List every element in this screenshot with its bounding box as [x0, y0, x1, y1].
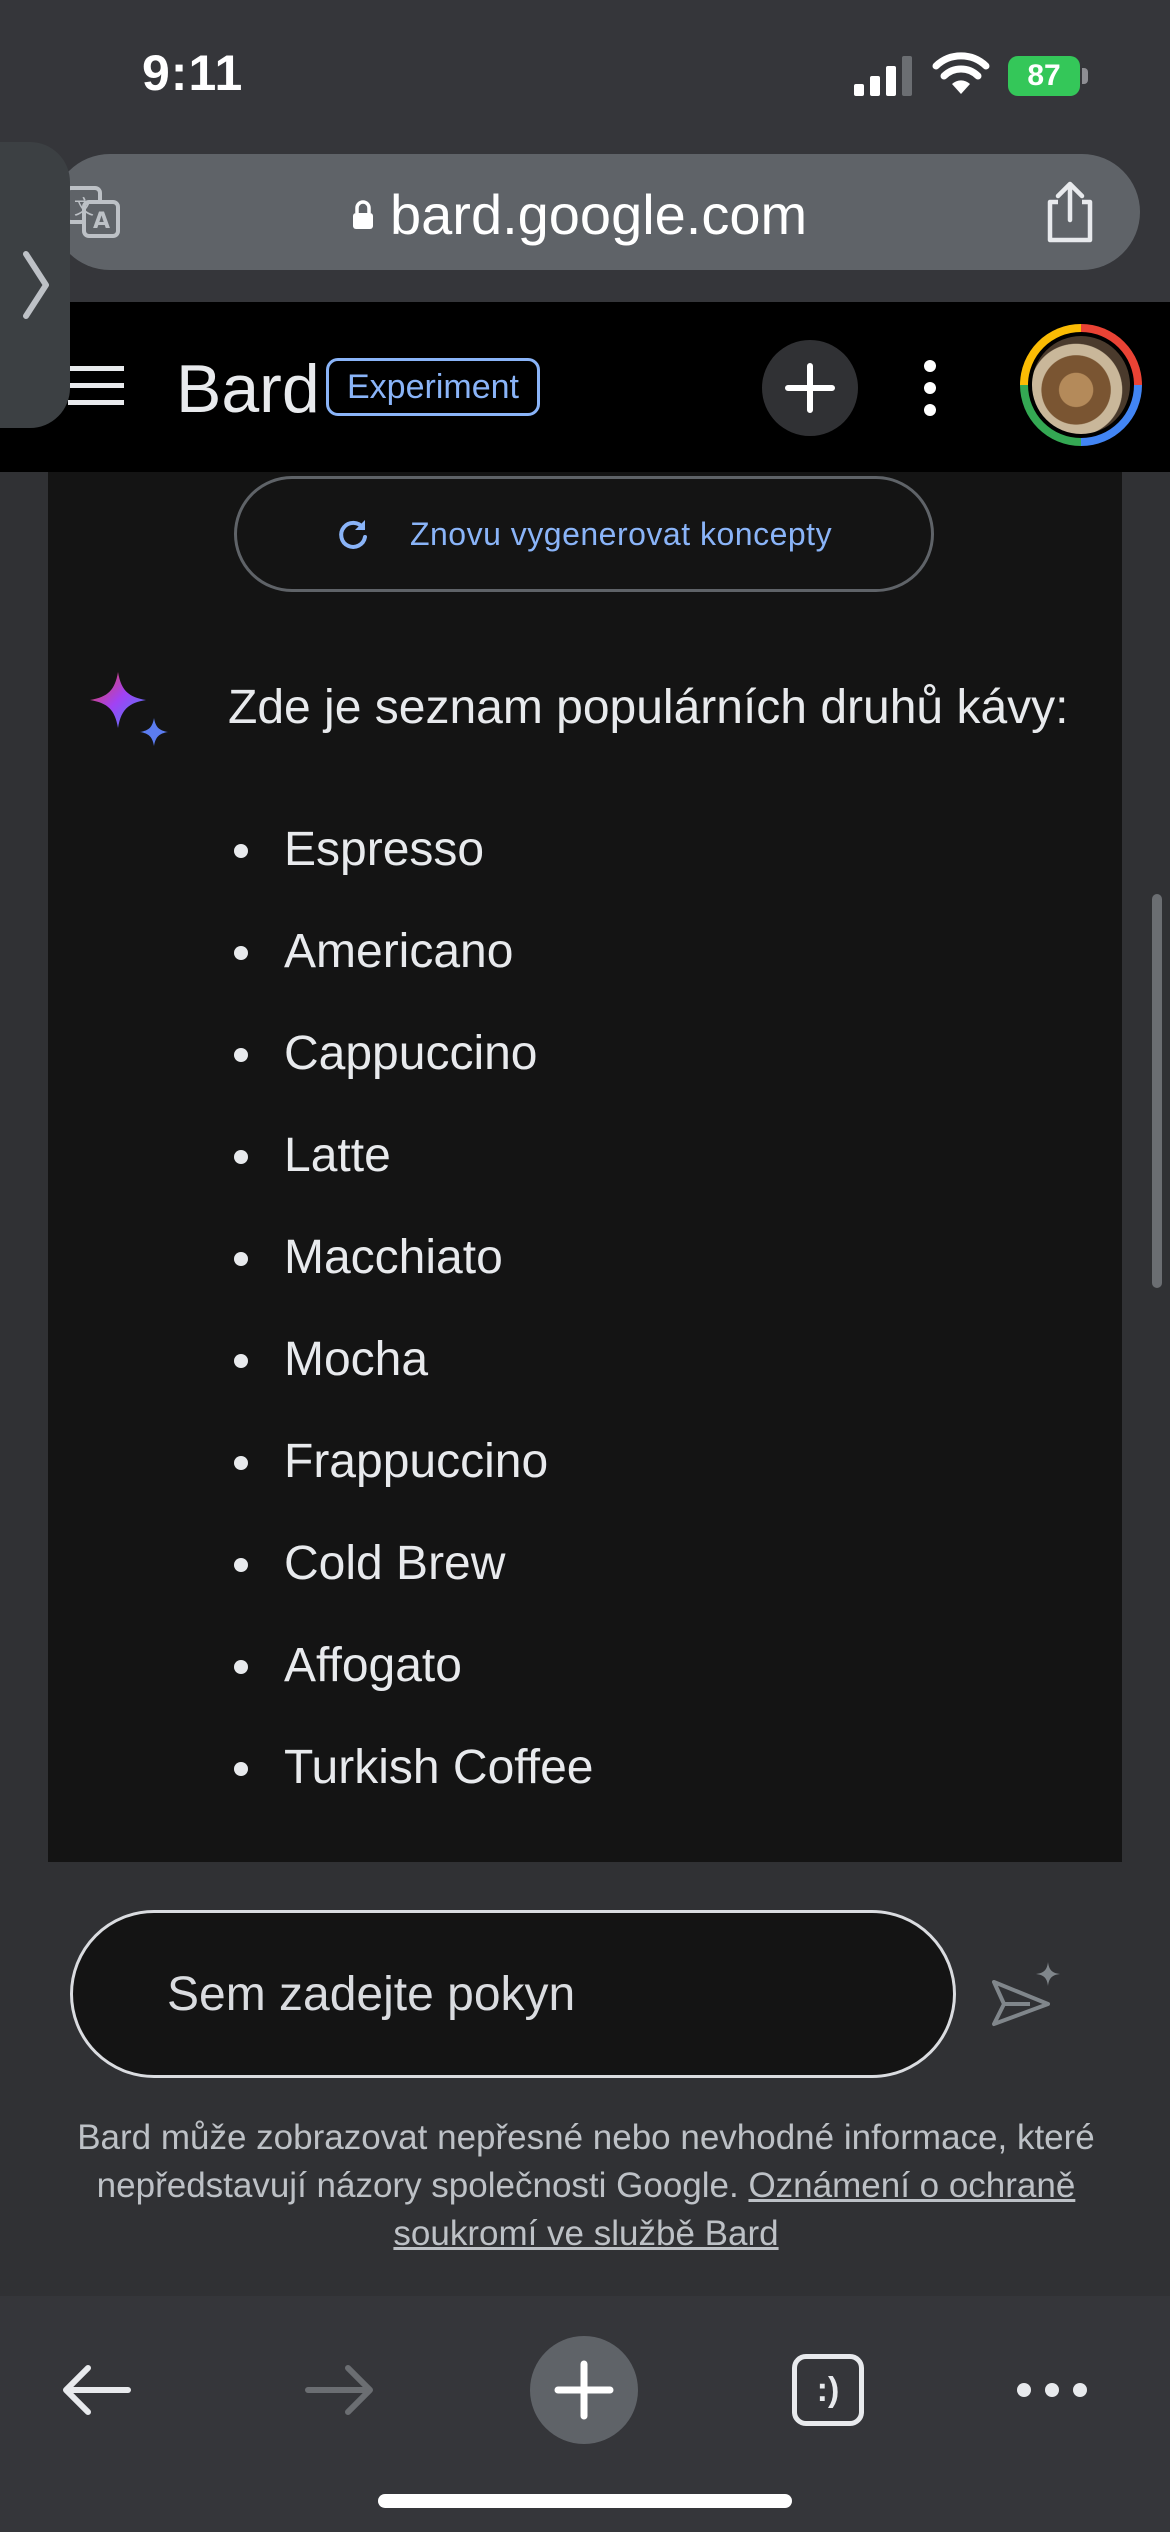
new-tab-button[interactable]	[530, 2336, 638, 2444]
list-item: Americano	[233, 920, 593, 1022]
plus-icon	[785, 363, 835, 413]
list-item: Cold Brew	[233, 1532, 593, 1634]
response-panel: Znovu vygenerovat koncepty Zde je seznam…	[48, 472, 1122, 1862]
plus-icon	[554, 2360, 614, 2420]
menu-icon[interactable]	[68, 366, 124, 406]
status-time: 9:11	[142, 45, 244, 101]
share-icon[interactable]	[1040, 180, 1100, 244]
list-item: Mocha	[233, 1328, 593, 1430]
regenerate-drafts-button[interactable]: Znovu vygenerovat koncepty	[234, 476, 934, 592]
svg-text:文: 文	[74, 195, 94, 219]
lock-icon	[353, 199, 373, 229]
battery-level: 87	[1008, 56, 1080, 96]
list-item: Cappuccino	[233, 1022, 593, 1124]
chevron-right-icon	[23, 251, 49, 319]
response-intro: Zde je seznam populárních druhů kávy:	[228, 681, 1069, 734]
regenerate-label: Znovu vygenerovat koncepty	[409, 515, 833, 552]
list-item: Latte	[233, 1124, 593, 1226]
avatar-frame	[1028, 332, 1134, 438]
app-logo: Bard	[176, 351, 320, 427]
refresh-icon	[339, 520, 367, 549]
app-header: Bard Experiment	[0, 302, 1170, 472]
browser-address-area: 文 A bard.google.com	[0, 150, 1170, 302]
list-item: Affogato	[233, 1634, 593, 1736]
battery-cap	[1082, 68, 1088, 84]
more-horiz-icon[interactable]	[1016, 2380, 1088, 2400]
status-bar: 9:11 87	[0, 0, 1170, 150]
arrow-left-icon[interactable]	[60, 2362, 132, 2418]
arrow-right-icon[interactable]	[304, 2362, 376, 2418]
side-panel-tab[interactable]	[0, 142, 70, 428]
scrollbar[interactable]	[1152, 894, 1162, 1288]
disclaimer: Bard může zobrazovat nepřesné nebo nevho…	[76, 2114, 1096, 2258]
translate-icon[interactable]: 文 A	[62, 182, 122, 242]
bard-sparkle-icon	[90, 672, 168, 746]
more-vert-icon[interactable]	[912, 358, 948, 418]
prompt-input[interactable]	[70, 1910, 956, 2078]
experiment-badge: Experiment	[326, 358, 540, 416]
avatar[interactable]	[1020, 324, 1142, 446]
cellular-signal-icon	[854, 56, 912, 96]
list-item: Espresso	[233, 818, 593, 920]
battery-icon: 87	[1008, 56, 1088, 96]
svg-text:A: A	[93, 209, 110, 234]
new-chat-button[interactable]	[762, 340, 858, 436]
url-display[interactable]: bard.google.com	[352, 182, 807, 247]
list-item: Macchiato	[233, 1226, 593, 1328]
send-icon[interactable]	[990, 1960, 1062, 2030]
url-text: bard.google.com	[390, 183, 808, 246]
wifi-icon	[932, 52, 990, 94]
avatar-photo	[1032, 336, 1130, 434]
coffee-list: Espresso Americano Cappuccino Latte Macc…	[233, 818, 593, 1838]
home-indicator[interactable]	[378, 2494, 792, 2508]
address-bar[interactable]: 文 A bard.google.com	[52, 154, 1140, 270]
tabs-icon[interactable]: :)	[792, 2354, 864, 2426]
list-item: Turkish Coffee	[233, 1736, 593, 1838]
list-item: Frappuccino	[233, 1430, 593, 1532]
